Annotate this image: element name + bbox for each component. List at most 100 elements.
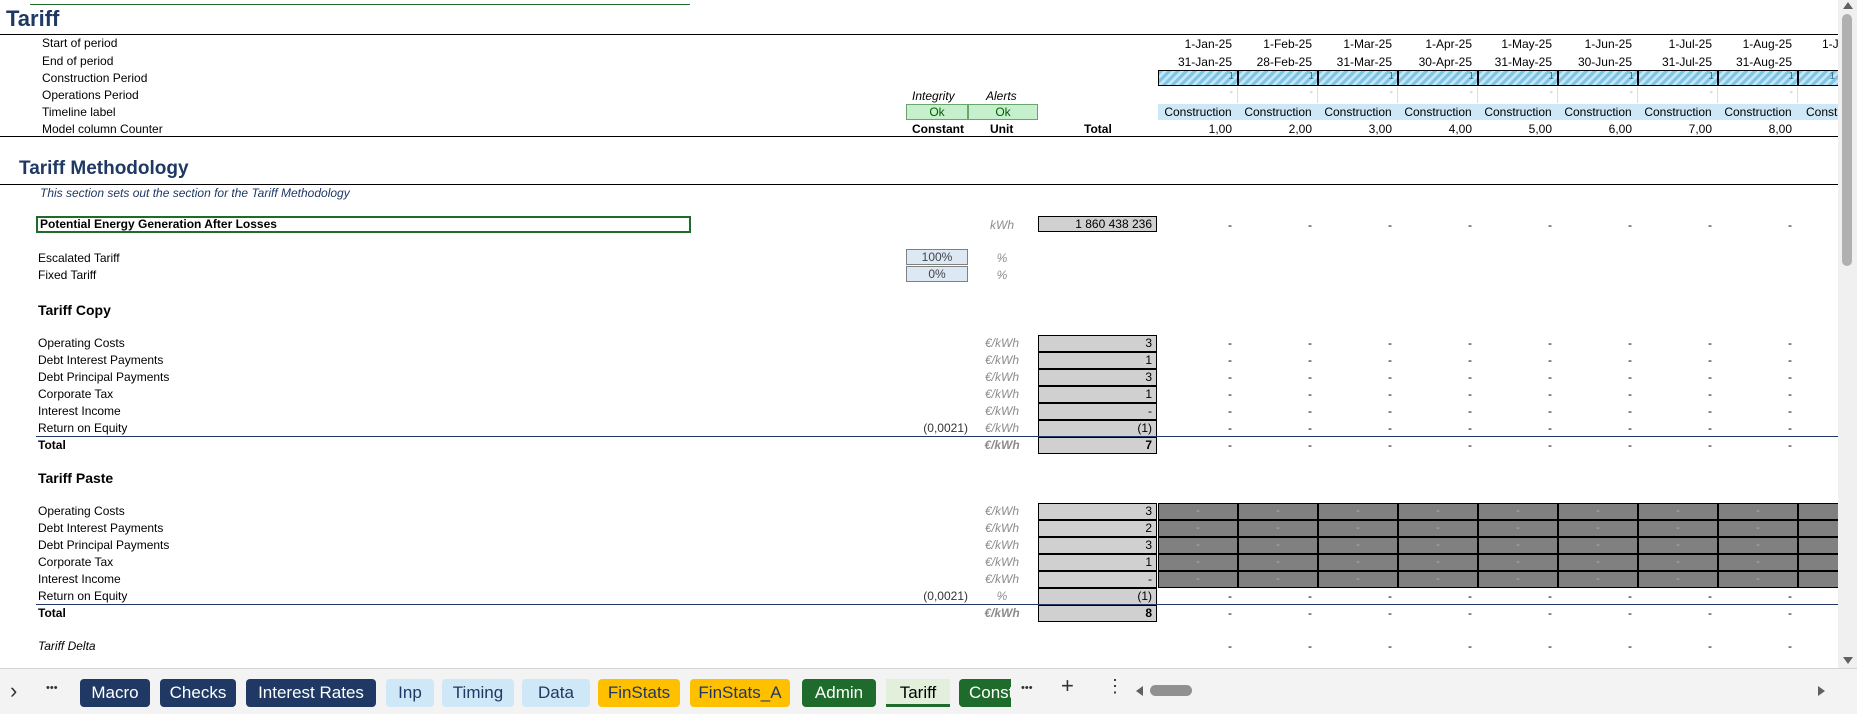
tariff_paste-cell-partial-debt-principal-payments[interactable] [1798,537,1838,554]
tab-timing[interactable]: Timing [442,679,514,707]
tariff_paste-cell-debt-interest-payments-8[interactable]: - [1718,520,1798,537]
tab-const[interactable]: Const [959,679,1011,707]
tariff_paste-cell-operating-costs-4[interactable]: - [1398,503,1478,520]
tariff_copy-total-return-on-equity[interactable]: (1) [1038,420,1157,437]
tab-inp[interactable]: Inp [386,679,434,707]
tariff_paste-cell-corporate-tax-4[interactable]: - [1398,554,1478,571]
horizontal-scroll-thumb[interactable] [1150,685,1192,696]
energy-total[interactable]: 1 860 438 236 [1038,216,1157,232]
tariff_paste-cell-partial-corporate-tax[interactable] [1798,554,1838,571]
more-sheets-left-icon[interactable]: ••• [46,682,58,694]
scroll-up-icon[interactable] [1843,2,1853,9]
tariff_paste-cell-corporate-tax-6[interactable]: - [1558,554,1638,571]
tariff_paste-cell-debt-interest-payments-7[interactable]: - [1638,520,1718,537]
add-sheet-icon[interactable]: + [1061,673,1074,699]
alerts-status[interactable]: Ok [968,104,1038,120]
vertical-scroll-thumb[interactable] [1842,14,1852,266]
tariff_paste-cell-debt-principal-payments-3[interactable]: - [1318,537,1398,554]
tariff_paste-cell-operating-costs-6[interactable]: - [1558,503,1638,520]
tariff_paste-total-interest-income[interactable]: - [1038,571,1157,588]
tariff_copy-value-corporate-tax-1: - [1228,387,1232,401]
tariff_paste-cell-debt-interest-payments-1[interactable]: - [1158,520,1238,537]
tariff_paste-cell-operating-costs-2[interactable]: - [1238,503,1318,520]
tab-checks[interactable]: Checks [160,679,236,707]
energy-value-6: - [1628,218,1632,232]
tariff-delta-label: Tariff Delta [38,639,96,653]
tariff_paste-cell-operating-costs-7[interactable]: - [1638,503,1718,520]
tariff_paste-cell-debt-interest-payments-4[interactable]: - [1398,520,1478,537]
tariff_paste-cell-partial-operating-costs[interactable] [1798,503,1838,520]
timeline-label-8: Construction [1718,104,1798,120]
tariff_paste-cell-corporate-tax-8[interactable]: - [1718,554,1798,571]
tab-tariff[interactable]: Tariff [886,679,950,707]
tariff_paste-cell-interest-income-2[interactable]: - [1238,571,1318,588]
tariff_paste-cell-operating-costs-1[interactable]: - [1158,503,1238,520]
tab-admin[interactable]: Admin [802,679,876,707]
tariff_paste-total-value[interactable]: 8 [1038,605,1157,622]
scroll-right-icon[interactable] [1818,686,1825,696]
tariff_paste-cell-corporate-tax-3[interactable]: - [1318,554,1398,571]
tariff_paste-cell-debt-principal-payments-6[interactable]: - [1558,537,1638,554]
tariff_copy-total-debt-principal-payments[interactable]: 3 [1038,369,1157,386]
tariff_paste-cell-debt-principal-payments-2[interactable]: - [1238,537,1318,554]
tariff_paste-cell-operating-costs-3[interactable]: - [1318,503,1398,520]
tariff_paste-cell-debt-principal-payments-1[interactable]: - [1158,537,1238,554]
tab-interest-rates[interactable]: Interest Rates [246,679,376,707]
scroll-left-icon[interactable] [1136,686,1143,696]
tariff_paste-cell-partial-interest-income[interactable] [1798,571,1838,588]
tariff_paste-cell-corporate-tax-7[interactable]: - [1638,554,1718,571]
fixed-tariff-input[interactable]: 0% [906,266,968,282]
tariff_paste-cell-debt-principal-payments-7[interactable]: - [1638,537,1718,554]
nav-next-icon[interactable]: › [10,678,17,704]
tariff_paste-total-debt-interest-payments[interactable]: 2 [1038,520,1157,537]
tariff_paste-cell-interest-income-4[interactable]: - [1398,571,1478,588]
tab-finstats-a[interactable]: FinStats_A [690,679,790,707]
tariff_paste-total-return-on-equity[interactable]: (1) [1038,588,1157,605]
tariff_paste-cell-debt-principal-payments-8[interactable]: - [1718,537,1798,554]
tab-macro[interactable]: Macro [80,679,150,707]
horizontal-scrollbar[interactable] [1136,683,1826,699]
tariff_paste-cell-interest-income-8[interactable]: - [1718,571,1798,588]
integrity-status[interactable]: Ok [906,104,968,120]
tariff_paste-cell-operating-costs-5[interactable]: - [1478,503,1558,520]
tariff_paste-cell-debt-principal-payments-5[interactable]: - [1478,537,1558,554]
tariff_copy-unit-return-on-equity: €/kWh [984,421,1019,435]
energy-generation-cell[interactable]: Potential Energy Generation After Losses [36,216,691,233]
tariff_paste-total-debt-principal-payments[interactable]: 3 [1038,537,1157,554]
more-sheets-right-icon[interactable]: ••• [1021,682,1033,694]
tariff_copy-total-value[interactable]: 7 [1038,437,1157,454]
tariff_copy-total-interest-income[interactable]: - [1038,403,1157,420]
spreadsheet-grid[interactable]: Tariff Start of period End of period Con… [0,0,1838,668]
tariff_paste-cell-debt-interest-payments-3[interactable]: - [1318,520,1398,537]
tariff_paste-cell-interest-income-1[interactable]: - [1158,571,1238,588]
tariff_paste-cell-corporate-tax-2[interactable]: - [1238,554,1318,571]
tariff_paste-cell-corporate-tax-1[interactable]: - [1158,554,1238,571]
vertical-scrollbar[interactable] [1838,0,1857,668]
escalated-tariff-input[interactable]: 100% [906,249,968,265]
tariff_paste-cell-interest-income-3[interactable]: - [1318,571,1398,588]
tariff_paste-cell-debt-principal-payments-4[interactable]: - [1398,537,1478,554]
tariff_paste-cell-partial-debt-interest-payments[interactable] [1798,520,1838,537]
tariff_paste-cell-operating-costs-8[interactable]: - [1718,503,1798,520]
tab-menu-icon[interactable]: ⋮ [1106,676,1124,697]
tariff_paste-cell-corporate-tax-5[interactable]: - [1478,554,1558,571]
tariff_paste-total-operating-costs[interactable]: 3 [1038,503,1157,520]
tariff_copy-total-debt-interest-payments[interactable]: 1 [1038,352,1157,369]
tab-finstats[interactable]: FinStats [598,679,680,707]
tab-data[interactable]: Data [522,679,590,707]
tariff_paste-cell-debt-interest-payments-5[interactable]: - [1478,520,1558,537]
tariff_paste-cell-interest-income-6[interactable]: - [1558,571,1638,588]
tariff_copy-unit-operating-costs: €/kWh [984,336,1019,350]
scroll-down-icon[interactable] [1843,657,1853,664]
tariff_copy-total-operating-costs[interactable]: 3 [1038,335,1157,352]
tariff_paste-cell-debt-interest-payments-6[interactable]: - [1558,520,1638,537]
tariff_paste-cell-debt-interest-payments-2[interactable]: - [1238,520,1318,537]
tariff_paste-total-corporate-tax[interactable]: 1 [1038,554,1157,571]
tariff-delta-value-8: - [1788,639,1792,653]
tariff_copy-value-operating-costs-6: - [1628,336,1632,350]
tariff_paste-cell-interest-income-5[interactable]: - [1478,571,1558,588]
counter-4: 4,00 [1448,122,1472,136]
counter-3: 3,00 [1368,122,1392,136]
tariff_paste-cell-interest-income-7[interactable]: - [1638,571,1718,588]
tariff_copy-total-corporate-tax[interactable]: 1 [1038,386,1157,403]
